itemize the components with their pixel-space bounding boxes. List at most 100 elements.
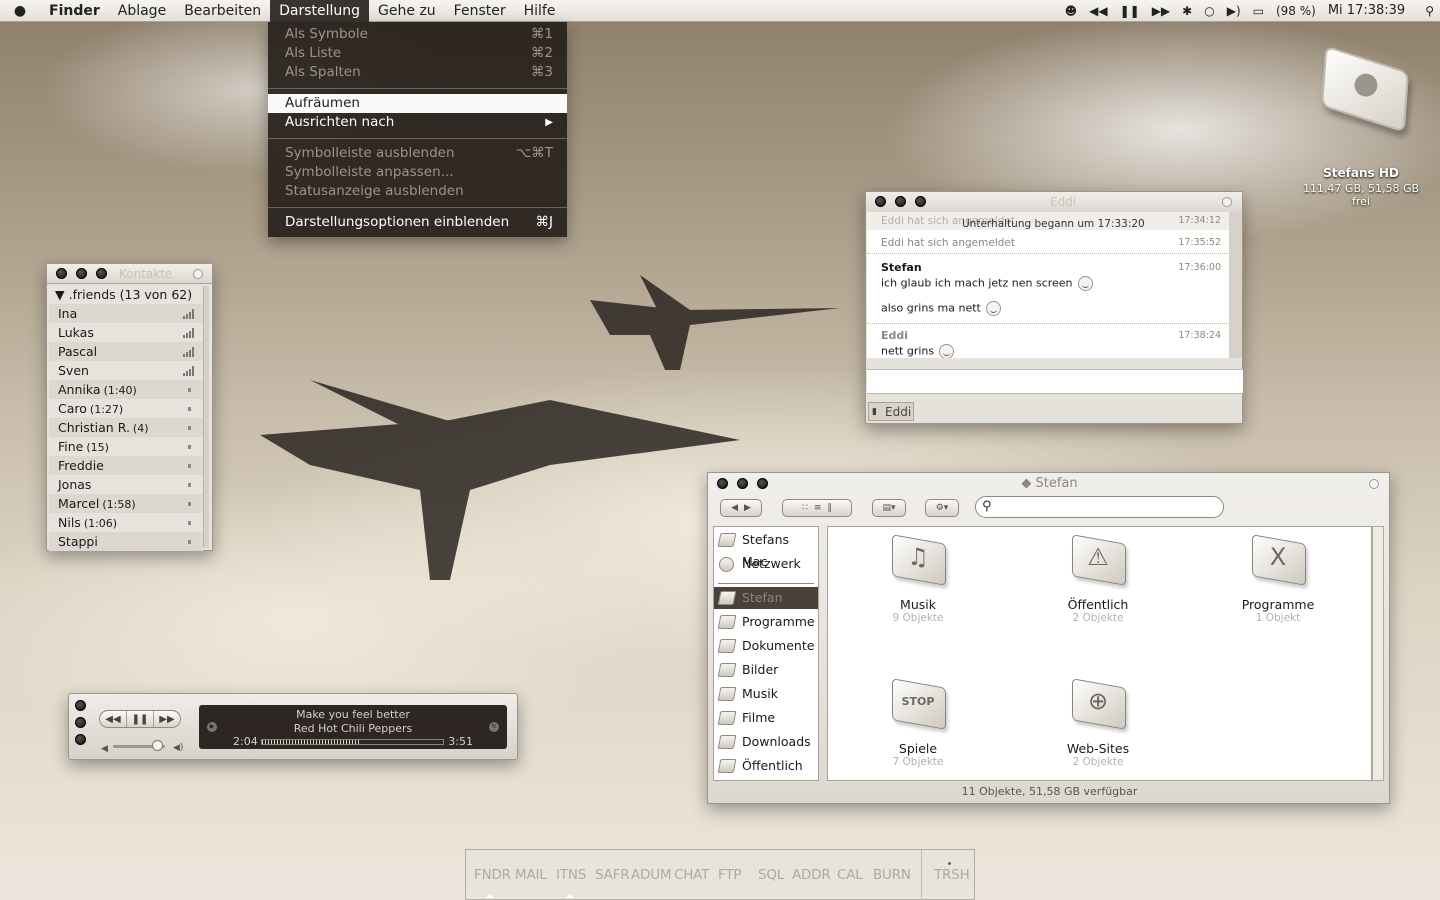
dock-item-sql[interactable]: SQL [758,867,784,883]
menu-clock[interactable]: Mi 17:38:39 [1322,3,1419,18]
folder-item[interactable]: X Programme 1 Objekt [1208,533,1348,624]
arrange-button[interactable]: ▤▾ [872,499,906,517]
progress-bar[interactable] [261,739,444,745]
scrollbar[interactable] [1372,526,1384,781]
forward-icon[interactable]: ▶ [744,503,751,513]
zoom-button[interactable] [75,734,86,745]
volume-slider-knob[interactable] [152,740,164,751]
minimize-button[interactable] [76,268,87,279]
buddy-row[interactable]: Nils (1:06) [49,513,203,532]
next-track-icon[interactable]: ▶▶ [1146,4,1176,18]
search-input[interactable]: ⚲ [975,496,1224,518]
buddy-row[interactable]: Christian R. (4) [49,418,203,437]
sidebar-item[interactable]: Downloads [714,731,818,753]
group-header[interactable]: ▼ .friends (13 von 62) [49,286,203,304]
sidebar-item[interactable]: Stefans Mac [714,529,818,569]
dock-item-burn[interactable]: BURN [873,867,911,883]
buddy-row[interactable]: Fine (15) [49,437,203,456]
list-view-icon[interactable]: ≡ [814,503,822,513]
toolbar-toggle-button[interactable] [1222,197,1232,207]
sidebar-item[interactable]: Stefan [714,587,818,609]
folder-item[interactable]: ⊕ Web-Sites 2 Objekte [1028,677,1168,768]
toolbar-toggle-button[interactable] [193,269,203,279]
dock-item-mail[interactable]: MAIL [515,867,547,883]
sidebar-item[interactable]: Musik [714,683,818,705]
buddy-row[interactable]: Freddie [49,456,203,475]
message-input[interactable] [867,369,1243,394]
pause-icon[interactable]: ❚❚ [1114,4,1146,18]
back-forward-buttons[interactable]: ◀ ▶ [720,499,762,517]
dock-item-itns[interactable]: ITNS [556,867,586,883]
battery-percent[interactable]: (98 %) [1270,4,1322,18]
apple-menu-icon[interactable]: ● [0,3,40,19]
column-view-icon[interactable]: ‖ [827,503,832,513]
menu-item-statusanzeige-ausblenden[interactable]: Statusanzeige ausblenden [268,182,567,201]
pause-icon[interactable]: ❚❚ [127,711,154,727]
disclosure-triangle-icon[interactable]: ▼ [55,287,65,302]
buddy-row[interactable]: Jonas [49,475,203,494]
sidebar-item[interactable]: Programme [714,611,818,633]
menu-ablage[interactable]: Ablage [109,0,175,22]
toolbar-toggle-button[interactable] [1369,479,1379,489]
icon-view-icon[interactable]: ∷ [802,503,808,513]
rewind-icon[interactable]: ◀◀ [100,711,127,727]
dock-item-ftp[interactable]: FTP [718,867,742,883]
menu-item-als-liste[interactable]: Als Liste ⌘2 [268,44,567,63]
sidebar-item[interactable]: Filme [714,707,818,729]
fast-forward-icon[interactable]: ▶▶ [154,711,180,727]
menu-finder[interactable]: Finder [40,0,109,22]
dock-item-safr[interactable]: SAFR [595,867,630,883]
snapback-icon[interactable]: ↻ [489,722,499,732]
battery-icon[interactable]: ▭ [1247,4,1270,18]
bluetooth-icon[interactable]: ✱ [1176,4,1198,18]
sidebar-item[interactable]: Netzwerk [714,553,818,575]
spotlight-icon[interactable]: ⚲ [1419,4,1440,18]
previous-track-icon[interactable]: ◀◀ [1083,4,1113,18]
minimize-button[interactable] [75,717,86,728]
dock-item-addr[interactable]: ADDR [792,867,831,883]
menu-darstellung[interactable]: Darstellung [270,0,370,22]
menu-gehe-zu[interactable]: Gehe zu [369,0,445,22]
menu-hilfe[interactable]: Hilfe [515,0,565,22]
buddy-row[interactable]: Stappi [49,532,203,551]
close-button[interactable] [75,700,86,711]
wifi-icon[interactable]: ○ [1198,4,1220,18]
buddy-row[interactable]: Lukas [49,323,203,342]
chat-tab-eddi[interactable]: ▮ Eddi [868,402,914,421]
buddy-row[interactable]: Pascal [49,342,203,361]
dock-item-cal[interactable]: CAL [837,867,863,883]
dock-item-chat[interactable]: CHAT [674,867,709,883]
sidebar-item[interactable]: Dokumente [714,635,818,657]
folder-item[interactable]: ♫ Musik 9 Objekte [848,533,988,624]
zoom-button[interactable] [96,268,107,279]
menu-fenster[interactable]: Fenster [445,0,515,22]
tux-icon[interactable]: ☻ [1059,4,1084,18]
close-button[interactable] [56,268,67,279]
menu-item-als-spalten[interactable]: Als Spalten ⌘3 [268,63,567,82]
minimize-button[interactable] [895,196,906,207]
back-icon[interactable]: ◀ [731,503,738,513]
buddy-row[interactable]: Sven [49,361,203,380]
close-button[interactable] [875,196,886,207]
dock-item-fndr[interactable]: FNDR [474,867,511,883]
menu-item-darstellungsoptionen[interactable]: Darstellungsoptionen einblenden ⌘J [268,213,567,232]
desktop-hard-disk[interactable]: ● Stefans HD 111,47 GB, 51,58 GB frei [1296,45,1426,208]
volume-icon[interactable]: ▶) [1221,4,1247,18]
sidebar-item[interactable]: Öffentlich [714,755,818,777]
scrollbar[interactable] [1229,212,1242,358]
menu-item-als-symbole[interactable]: Als Symbole ⌘1 [268,25,567,44]
folder-item[interactable]: ⚠ Öffentlich 2 Objekte [1028,533,1168,624]
buddy-row[interactable]: Marcel (1:58) [49,494,203,513]
zoom-button[interactable] [915,196,926,207]
dock-item-trash[interactable]: TRSH [934,867,970,883]
view-mode-buttons[interactable]: ∷ ≡ ‖ [782,499,852,517]
menu-item-symbolleiste-ausblenden[interactable]: Symbolleiste ausblenden ⌥⌘T [268,144,567,163]
sidebar-item[interactable]: Bilder [714,659,818,681]
menu-item-aufraeumen[interactable]: Aufräumen [268,94,567,113]
finder-icon-view[interactable]: ♫ Musik 9 Objekte ⚠ Öffentlich 2 Objekte X Prog… [827,526,1372,781]
menu-item-symbolleiste-anpassen[interactable]: Symbolleiste anpassen... [268,163,567,182]
buddy-row[interactable]: Ina [49,304,203,323]
menu-item-ausrichten-nach[interactable]: Ausrichten nach ▶ [268,113,567,132]
folder-item[interactable]: STOP Spiele 7 Objekte [848,677,988,768]
buddy-row[interactable]: Annika (1:40) [49,380,203,399]
